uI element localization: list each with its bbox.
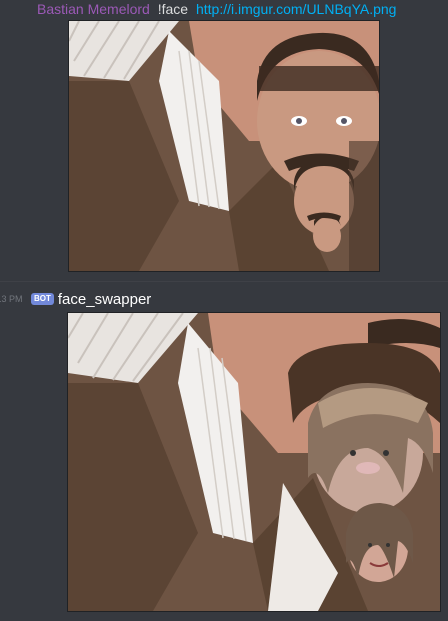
image-link[interactable]: http://i.imgur.com/ULNBqYA.png [196, 1, 397, 17]
bot-badge: BOT [31, 293, 54, 305]
attachment-image-1[interactable] [68, 20, 380, 272]
message-2-header: :13 PM BOT face_swapper [0, 289, 151, 309]
message-command-text: !face [157, 1, 189, 17]
message-divider [0, 281, 448, 282]
message-timestamp: :13 PM [0, 294, 23, 304]
author-name[interactable]: Bastian Memelord [37, 1, 150, 17]
attachment-image-2[interactable] [67, 312, 441, 612]
bot-author-name[interactable]: face_swapper [58, 291, 151, 308]
message-1-header: Bastian Memelord !face http://i.imgur.co… [37, 0, 396, 18]
